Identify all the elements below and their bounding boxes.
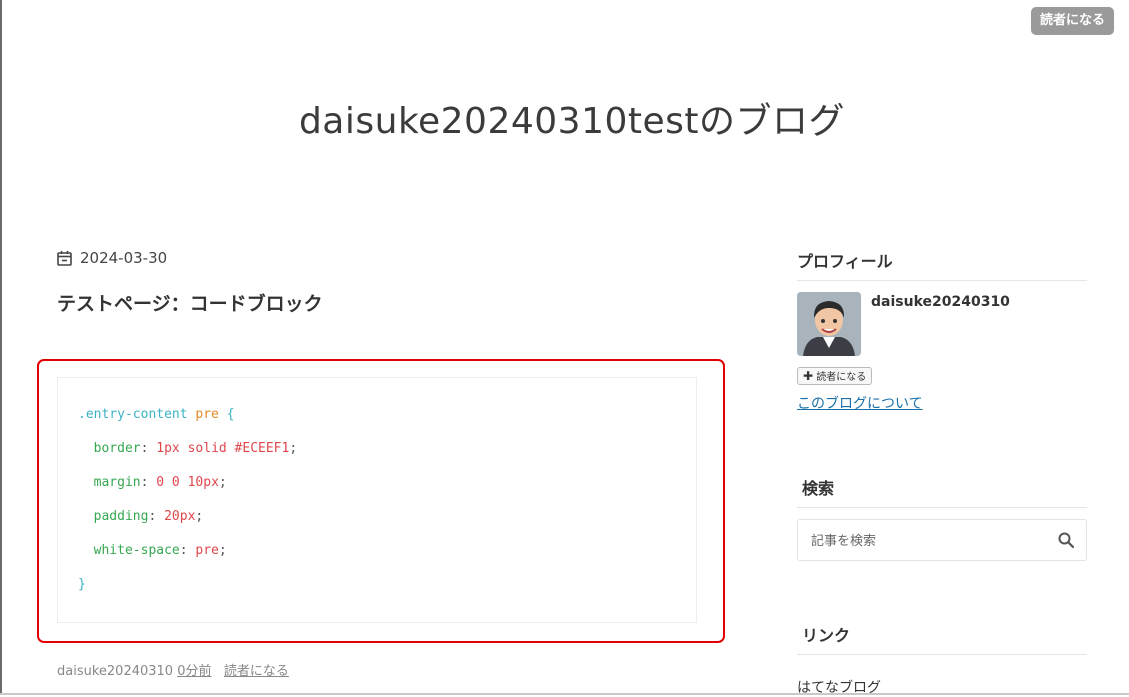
avatar-illustration: [797, 292, 861, 356]
code-value: pre: [195, 543, 219, 558]
profile-name[interactable]: daisuke20240310: [871, 294, 1010, 310]
code-tag: pre: [195, 407, 219, 422]
code-close-brace: }: [78, 577, 86, 592]
code-line: margin: 0 0 10px;: [93, 475, 227, 490]
search-input[interactable]: [809, 530, 1053, 552]
code-line: border: 1px solid #ECEEF1;: [93, 441, 298, 456]
code-property: padding: [93, 509, 149, 524]
profile-subscribe-label: 読者になる: [816, 372, 867, 383]
search-heading: 検索: [797, 475, 1087, 508]
code-property: white-space: [93, 543, 180, 558]
code-line: white-space: pre;: [93, 543, 227, 558]
code-selector: .entry-content: [78, 407, 188, 422]
code-value: 1px solid #ECEEF1: [156, 441, 290, 456]
code-line: }: [78, 566, 676, 600]
blog-title[interactable]: daisuke20240310testのブログ: [0, 92, 1129, 144]
code-property: border: [93, 441, 141, 456]
entry-title[interactable]: テストページ：コードブロック: [57, 289, 323, 316]
entry-date-text: 2024-03-30: [80, 249, 168, 267]
avatar[interactable]: [797, 292, 861, 356]
about-blog-link[interactable]: このブログについて: [797, 393, 923, 413]
code-line: padding: 20px;: [93, 509, 204, 524]
search-icon[interactable]: [1058, 532, 1074, 548]
entry-date[interactable]: 2024-03-30: [57, 249, 167, 267]
code-value: 0 0 10px: [156, 475, 219, 490]
code-block: .entry-content pre { border: 1px solid #…: [57, 377, 697, 623]
calendar-icon: [57, 251, 72, 266]
links-heading: リンク: [797, 622, 1087, 655]
code-value: 20px: [164, 509, 196, 524]
profile-heading: プロフィール: [797, 248, 1087, 281]
code-line: .entry-content pre {: [78, 396, 676, 430]
code-open-brace: {: [226, 407, 235, 422]
entry-footer: daisuke20240310 0分前 読者になる: [57, 660, 289, 679]
code-property: margin: [93, 475, 141, 490]
profile-subscribe-button[interactable]: ✚ 読者になる: [797, 367, 873, 385]
plus-icon: ✚: [803, 369, 814, 383]
subscribe-button-top[interactable]: 読者になる: [1030, 7, 1114, 35]
link-item-hatenablog[interactable]: はてなブログ: [797, 677, 881, 697]
entry-author: daisuke20240310: [57, 664, 174, 679]
search-box: [797, 519, 1087, 561]
entry-time-link[interactable]: 0分前: [177, 664, 211, 679]
entry-subscribe-link[interactable]: 読者になる: [224, 664, 289, 679]
